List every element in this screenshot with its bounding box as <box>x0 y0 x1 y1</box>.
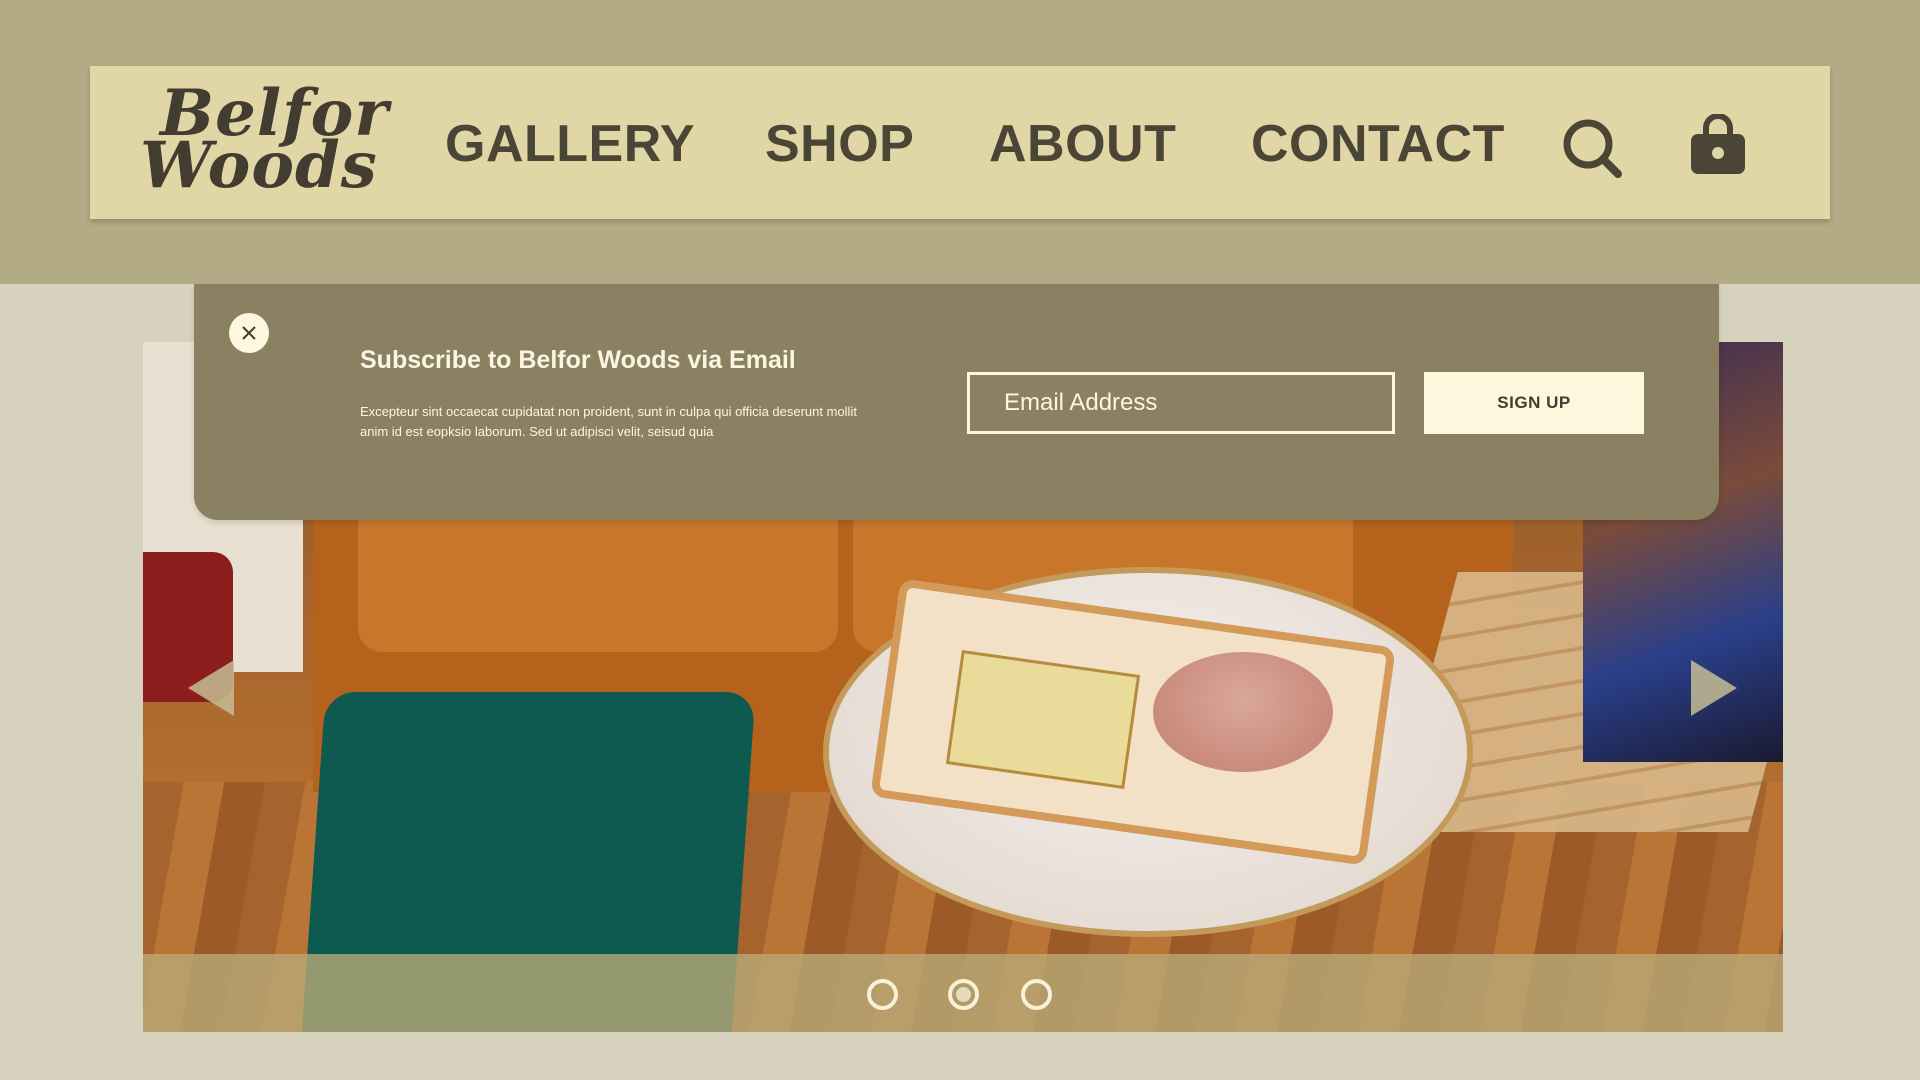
subscribe-modal: Subscribe to Belfor Woods via Email Exce… <box>194 284 1719 520</box>
nav-contact-link[interactable]: CONTACT <box>1251 118 1505 170</box>
carousel-dot-1[interactable] <box>867 979 898 1010</box>
brand-logo[interactable]: Belfor Woods <box>140 82 400 207</box>
triangle-right-icon[interactable] <box>1691 660 1737 716</box>
sign-up-button[interactable]: SIGN UP <box>1424 372 1644 434</box>
nav-gallery-link[interactable]: GALLERY <box>445 118 695 170</box>
email-input[interactable] <box>967 372 1395 434</box>
nav-about-link[interactable]: ABOUT <box>989 118 1176 170</box>
shopping-bag-icon[interactable] <box>1688 113 1748 176</box>
triangle-left-icon[interactable] <box>188 660 234 716</box>
subscribe-title: Subscribe to Belfor Woods via Email <box>360 346 796 374</box>
subscribe-description: Excepteur sint occaecat cupidatat non pr… <box>360 404 857 439</box>
close-button[interactable] <box>229 313 269 353</box>
search-icon[interactable] <box>1560 116 1626 182</box>
brand-logo-line2: Woods <box>140 128 378 203</box>
close-icon <box>242 326 256 340</box>
nav-shop-link[interactable]: SHOP <box>765 118 914 170</box>
navbar: Belfor Woods GALLERY SHOP ABOUT CONTACT <box>90 66 1830 219</box>
carousel-dot-2-active[interactable] <box>948 979 979 1010</box>
carousel-dot-3[interactable] <box>1021 979 1052 1010</box>
